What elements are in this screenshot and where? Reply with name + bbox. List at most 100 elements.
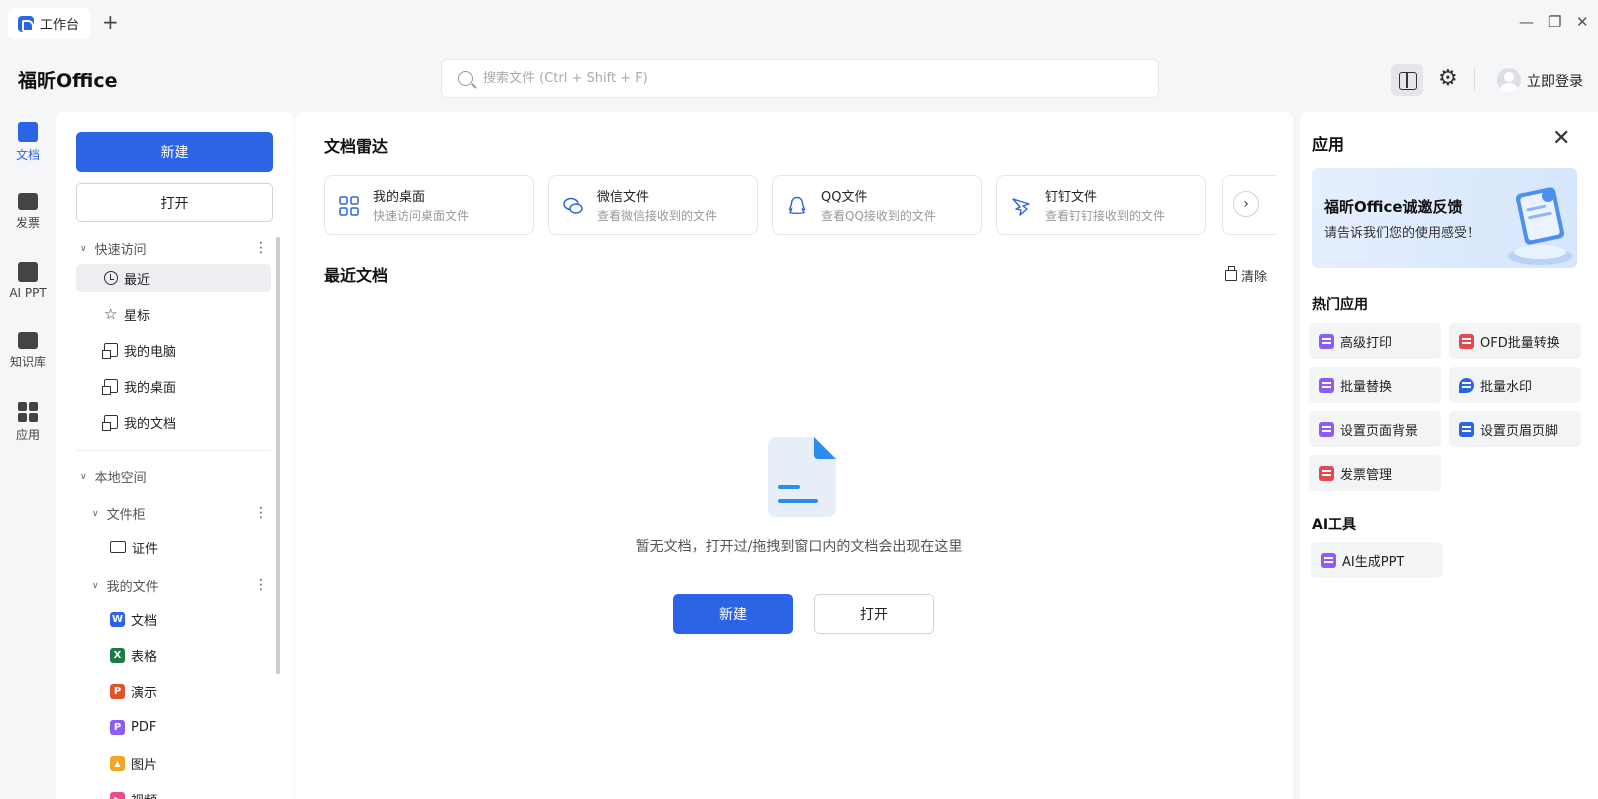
empty-document-icon — [768, 437, 836, 517]
close-window-button[interactable]: ✕ — [1576, 14, 1589, 30]
minimize-button[interactable]: — — [1519, 14, 1534, 30]
app-header-footer[interactable]: 设置页眉页脚 — [1449, 411, 1581, 447]
tab-label: 工作台 — [40, 18, 80, 33]
sidebar-scrollbar[interactable] — [276, 237, 280, 674]
login-link[interactable]: 立即登录 — [1527, 71, 1583, 91]
sidebar-item-my-desktop[interactable]: 我的桌面 — [76, 372, 271, 400]
hot-apps-title: 热门应用 — [1312, 297, 1368, 313]
print-icon — [1319, 333, 1334, 349]
main-open-button[interactable]: 打开 — [814, 594, 934, 634]
radar-card-dingtalk[interactable]: 钉钉文件 查看钉钉接收到的文件 — [996, 175, 1206, 235]
app-advanced-print[interactable]: 高级打印 — [1309, 323, 1441, 359]
image-file-icon: ▲ — [110, 755, 125, 771]
local-space-header[interactable]: ∨ 本地空间 — [80, 467, 147, 486]
more-options-icon[interactable]: ⋮ — [254, 578, 268, 592]
rail-item-documents[interactable]: 文档 — [0, 122, 56, 163]
sidebar-item-label: 星标 — [124, 308, 151, 324]
invoice-icon — [1319, 465, 1334, 481]
radar-card-subtitle: 查看钉钉接收到的文件 — [1045, 209, 1166, 223]
ppt-file-icon: P — [110, 683, 125, 699]
sidebar-item-images[interactable]: ▲ 图片 — [76, 749, 271, 777]
rail-item-ai-ppt[interactable]: AI PPT — [0, 262, 56, 300]
sidebar-item-label: 我的电脑 — [124, 344, 177, 360]
app-ofd-batch-convert[interactable]: OFD批量转换 — [1449, 323, 1581, 359]
sidebar-item-slides[interactable]: P 演示 — [76, 677, 271, 705]
chevron-down-icon: ∨ — [92, 508, 99, 519]
sidebar-item-sheets[interactable]: X 表格 — [76, 641, 271, 669]
radar-card-wechat[interactable]: 微信文件 查看微信接收到的文件 — [548, 175, 758, 235]
banner-title: 福昕Office诚邀反馈 — [1324, 198, 1463, 216]
sidebar-item-videos[interactable]: ▶ 视频 — [76, 785, 271, 799]
sidebar-item-label: PDF — [131, 719, 157, 735]
radar-card-title: 我的桌面 — [373, 190, 426, 205]
rail-item-apps[interactable]: 应用 — [0, 402, 56, 443]
sidebar-item-label: 视频 — [131, 790, 157, 799]
sidebar-new-button[interactable]: 新建 — [76, 132, 273, 172]
gear-icon[interactable]: ⚙ — [1438, 68, 1458, 90]
book-icon — [18, 332, 38, 349]
tab-workbench[interactable]: 工作台 — [8, 8, 90, 39]
app-batch-watermark[interactable]: 批量水印 — [1449, 367, 1581, 403]
sidebar-item-docs[interactable]: W 文档 — [76, 605, 271, 633]
more-options-icon[interactable]: ⋮ — [254, 241, 268, 255]
apps-grid-icon — [18, 402, 38, 422]
rail-label: 应用 — [15, 428, 40, 442]
sidebar-item-label: 我的文档 — [124, 416, 177, 432]
restore-button[interactable]: ❐ — [1548, 14, 1561, 30]
quick-access-title: 快速访问 — [94, 243, 147, 258]
more-options-icon[interactable]: ⋮ — [254, 506, 268, 520]
star-icon: ☆ — [104, 305, 118, 323]
radar-card-desktop[interactable]: 我的桌面 快速访问桌面文件 — [324, 175, 534, 235]
sidebar-item-label: 表格 — [131, 649, 158, 665]
close-icon[interactable]: ✕ — [1552, 128, 1570, 150]
local-space-title: 本地空间 — [94, 471, 147, 486]
ai-ppt-icon — [1321, 552, 1336, 568]
layout-toggle-button[interactable] — [1391, 64, 1423, 96]
sidebar-item-label: 图片 — [131, 757, 158, 773]
feedback-banner[interactable]: 福昕Office诚邀反馈 请告诉我们您的使用感受！ — [1312, 168, 1577, 268]
broom-icon — [1225, 266, 1237, 281]
radar-card-qq[interactable]: QQ文件 查看QQ接收到的文件 — [772, 175, 982, 235]
my-files-header[interactable]: ∨ 我的文件 — [92, 576, 159, 595]
sidebar-item-starred[interactable]: ☆ 星标 — [76, 300, 271, 328]
background-icon — [1319, 421, 1334, 437]
app-label: AI生成PPT — [1342, 554, 1405, 570]
app-batch-replace[interactable]: 批量替换 — [1309, 367, 1441, 403]
cabinet-title: 文件柜 — [106, 508, 146, 523]
app-invoice-management[interactable]: 发票管理 — [1309, 455, 1441, 491]
rail-label: AI PPT — [9, 286, 47, 300]
main-new-button[interactable]: 新建 — [673, 594, 793, 634]
sidebar-item-my-documents[interactable]: 我的文档 — [76, 408, 271, 436]
chevron-right-icon[interactable]: › — [1233, 191, 1259, 217]
chevron-down-icon: ∨ — [80, 243, 87, 254]
new-tab-button[interactable]: + — [102, 12, 119, 32]
wechat-icon — [563, 197, 583, 214]
app-ai-generate-ppt[interactable]: AI生成PPT — [1311, 542, 1443, 578]
sidebar-item-pdf[interactable]: P PDF — [76, 713, 271, 741]
watermark-icon — [1459, 377, 1474, 393]
brand-title: 福昕Office — [18, 70, 118, 92]
sidebar-open-button[interactable]: 打开 — [76, 183, 273, 222]
clear-label: 清除 — [1241, 270, 1268, 285]
avatar[interactable] — [1497, 68, 1521, 92]
app-label: 高级打印 — [1340, 335, 1393, 351]
search-bar[interactable] — [441, 59, 1159, 98]
app-page-background[interactable]: 设置页面背景 — [1309, 411, 1441, 447]
cabinet-header[interactable]: ∨ 文件柜 — [92, 504, 146, 523]
app-label: 发票管理 — [1340, 467, 1393, 483]
radar-card-title: QQ文件 — [821, 190, 868, 205]
sidebar-item-label: 文档 — [131, 613, 158, 629]
rail-item-knowledge[interactable]: 知识库 — [0, 332, 56, 370]
search-input[interactable] — [483, 71, 1083, 86]
clear-button[interactable]: 清除 — [1225, 266, 1267, 285]
sidebar-item-recent[interactable]: 最近 — [76, 264, 271, 292]
radar-card-title: 钉钉文件 — [1045, 190, 1098, 205]
rail-item-invoice[interactable]: 发票 — [0, 193, 56, 231]
shortcut-icon — [102, 379, 118, 395]
dingtalk-icon — [1012, 198, 1030, 216]
quick-access-header[interactable]: ∨ 快速访问 — [80, 239, 147, 258]
sidebar-divider — [76, 450, 271, 451]
sidebar-item-my-computer[interactable]: 我的电脑 — [76, 336, 271, 364]
search-icon — [458, 71, 473, 86]
sidebar-item-label: 演示 — [131, 685, 158, 701]
